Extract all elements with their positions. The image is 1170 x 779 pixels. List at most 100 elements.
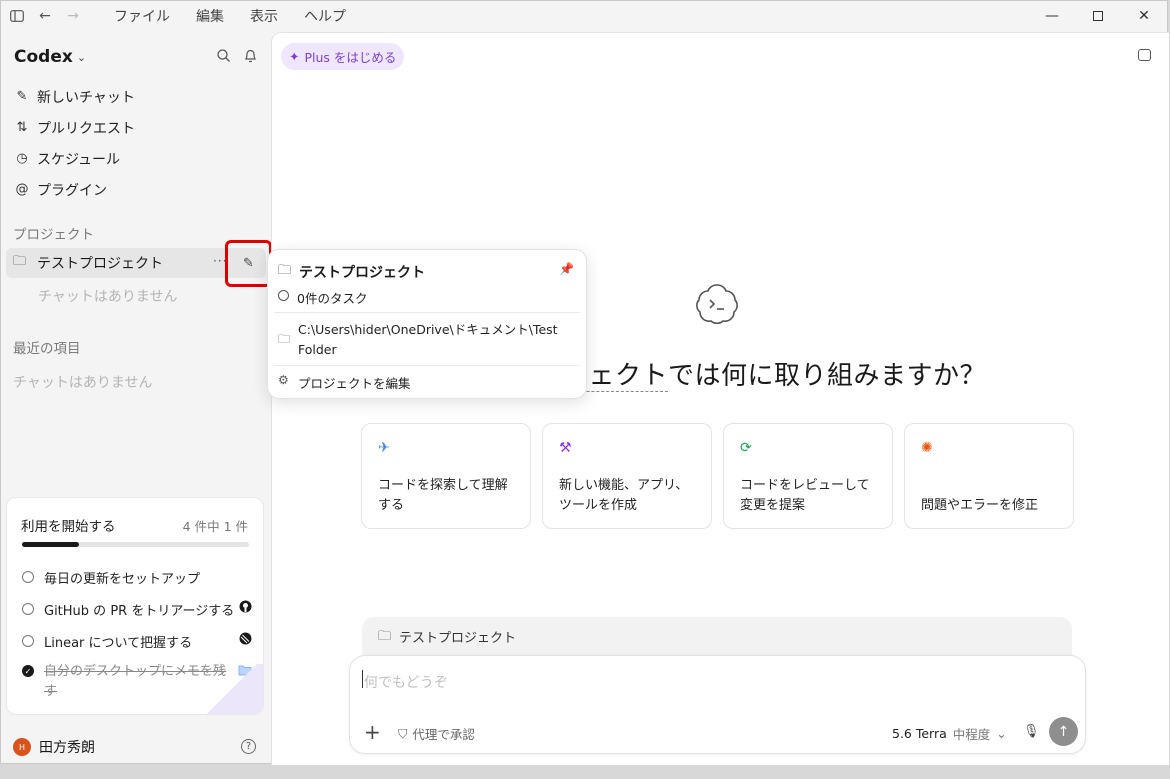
unchecked-circle-icon	[22, 603, 34, 615]
maximize-icon[interactable]	[1075, 1, 1121, 31]
approval-label: 代理で承認	[412, 727, 475, 742]
text-caret	[362, 670, 363, 688]
brand-label: Codex	[14, 47, 73, 67]
composer-input[interactable]: 何でもどうぞ	[364, 672, 448, 692]
chevron-down-icon: ⌄	[76, 50, 87, 64]
unchecked-circle-icon	[22, 571, 34, 583]
nav-label: スケジュール	[37, 151, 121, 168]
review-cycle-icon: ⟳	[740, 440, 752, 456]
checklist-item[interactable]: Linear について把握する	[22, 632, 252, 651]
new-chat-in-project-button[interactable]: ✎	[225, 240, 272, 287]
minimize-icon[interactable]: —	[1029, 1, 1075, 31]
unchecked-circle-icon	[22, 635, 34, 647]
project-chip-label: テストプロジェクト	[399, 631, 517, 646]
getting-started-count: 4 件中 1 件	[182, 519, 248, 534]
suggestion-card-explore[interactable]: ✈ コードを探索して理解する	[361, 423, 531, 529]
menu-file[interactable]: ファイル	[101, 6, 183, 26]
popover-header: 🗀 テストプロジェクト	[278, 261, 425, 283]
folder-icon: 🗀	[13, 254, 27, 269]
nav-label: プラグイン	[37, 182, 107, 199]
divider	[274, 365, 580, 366]
pin-icon[interactable]: 📌	[559, 262, 574, 276]
sidebar-nav: ✎ 新しいチャット ⇅ プルリクエスト ◷ スケジュール @ プラグイン	[9, 81, 264, 205]
nav-label: 新しいチャット	[37, 89, 135, 106]
telescope-icon: ✈	[378, 440, 390, 456]
getting-started-progress	[22, 542, 249, 547]
folder-icon: 🗀	[278, 332, 291, 346]
popover-path[interactable]: 🗀 C:\Users\hider\OneDrive\ドキュメント\Test Fo…	[278, 320, 568, 360]
nav-plugins[interactable]: @ プラグイン	[9, 174, 264, 205]
bug-icon: ✺	[921, 440, 933, 456]
gear-icon: ⚙	[278, 373, 289, 387]
project-name: テストプロジェクト	[37, 256, 163, 272]
checklist-label: 毎日の更新をセットアップ	[44, 572, 201, 587]
menu-bar: ファイル 編集 表示 ヘルプ	[101, 6, 359, 26]
card-decoration	[193, 664, 263, 714]
progress-fill	[22, 542, 79, 547]
suggestion-card-build[interactable]: ⚒ 新しい機能、アプリ、ツールを作成	[542, 423, 712, 529]
sidebar-top-actions	[217, 49, 257, 67]
menu-edit[interactable]: 編集	[183, 6, 237, 26]
popover-title: テストプロジェクト	[299, 265, 426, 281]
forward-arrow-icon[interactable]: →	[59, 2, 87, 30]
edit-project-label: プロジェクトを編集	[298, 376, 411, 391]
project-popover: 🗀 テストプロジェクト 📌 0件のタスク 🗀 C:\Users\hider\On…	[267, 249, 587, 399]
edit-icon: ✎	[16, 89, 28, 104]
window-controls: — ✕	[1029, 1, 1167, 31]
edit-project-menu-item[interactable]: ⚙ プロジェクトを編集	[278, 373, 411, 392]
model-label: 5.6 Terra	[892, 726, 947, 741]
projects-section-label: プロジェクト	[13, 227, 94, 243]
divider	[274, 312, 580, 313]
chevron-down-icon: ⌄	[996, 726, 1007, 741]
panel-toggle-icon[interactable]	[1138, 49, 1151, 61]
popover-tasks: 0件のタスク	[278, 288, 367, 307]
plus-upgrade-button[interactable]: ✦ Plus をはじめる	[281, 43, 405, 70]
headline-text: では何に取り組みますか？	[668, 361, 987, 391]
suggestion-card-fix[interactable]: ✺ 問題やエラーを修正	[904, 423, 1074, 529]
getting-started-title: 利用を開始する	[21, 519, 116, 535]
folder-icon: 🗀	[378, 629, 392, 644]
reasoning-level: 中程度	[952, 727, 991, 742]
edit-icon: ✎	[243, 256, 254, 271]
workspace-switcher[interactable]: Codex ⌄	[14, 47, 86, 67]
project-path: C:\Users\hider\OneDrive\ドキュメント\Test Fold…	[298, 322, 558, 357]
card-label: コードをレビューして変更を提案	[740, 478, 870, 513]
project-empty-chats: チャットはありません	[38, 289, 178, 305]
checklist-label: Linear について把握する	[44, 636, 193, 651]
nav-new-chat[interactable]: ✎ 新しいチャット	[9, 81, 264, 112]
checklist-item[interactable]: 毎日の更新をセットアップ	[22, 568, 252, 587]
hammer-icon: ⚒	[559, 440, 572, 456]
card-label: コードを探索して理解する	[378, 478, 508, 513]
suggestion-card-review[interactable]: ⟳ コードをレビューして変更を提案	[723, 423, 893, 529]
nav-pull-requests[interactable]: ⇅ プルリクエスト	[9, 112, 264, 143]
recent-empty-chats: チャットはありません	[13, 375, 153, 391]
nav-schedule[interactable]: ◷ スケジュール	[9, 143, 264, 174]
user-name: 田方秀朗	[39, 740, 95, 756]
codex-logo-icon	[696, 284, 738, 325]
page-headline: ジェクトでは何に取り組みますか？	[562, 355, 986, 392]
help-icon[interactable]: ?	[241, 739, 256, 754]
recent-section-label: 最近の項目	[13, 341, 81, 357]
model-selector[interactable]: 5.6 Terra 中程度 ⌄	[892, 724, 1007, 743]
clock-icon: ◷	[16, 151, 28, 166]
card-label: 問題やエラーを修正	[921, 498, 1039, 513]
checklist-item[interactable]: GitHub の PR をトリアージする	[22, 600, 252, 619]
user-profile[interactable]: H 田方秀朗	[13, 737, 95, 757]
title-bar: ← → ファイル 編集 表示 ヘルプ — ✕	[1, 1, 1167, 31]
search-icon[interactable]	[217, 49, 230, 67]
composer: 何でもどうぞ + ⛉ 代理で承認 5.6 Terra 中程度 ⌄ 🎙 ↑	[349, 655, 1086, 754]
suggestion-cards: ✈ コードを探索して理解する ⚒ 新しい機能、アプリ、ツールを作成 ⟳ コードを…	[361, 423, 1074, 529]
sparkle-icon: ✦	[289, 49, 300, 64]
checklist-label: GitHub の PR をトリアージする	[44, 604, 235, 619]
send-button[interactable]: ↑	[1049, 717, 1078, 746]
menu-view[interactable]: 表示	[237, 6, 291, 26]
close-icon[interactable]: ✕	[1121, 1, 1167, 31]
approval-mode-button[interactable]: ⛉ 代理で承認	[398, 724, 475, 743]
microphone-icon[interactable]: 🎙	[1023, 724, 1040, 739]
sidebar-toggle-icon[interactable]	[3, 2, 31, 30]
bell-icon[interactable]	[244, 49, 257, 67]
checked-circle-icon: ✓	[22, 665, 34, 677]
back-arrow-icon[interactable]: ←	[31, 2, 59, 30]
add-attachment-button[interactable]: +	[364, 720, 381, 744]
menu-help[interactable]: ヘルプ	[291, 6, 359, 26]
